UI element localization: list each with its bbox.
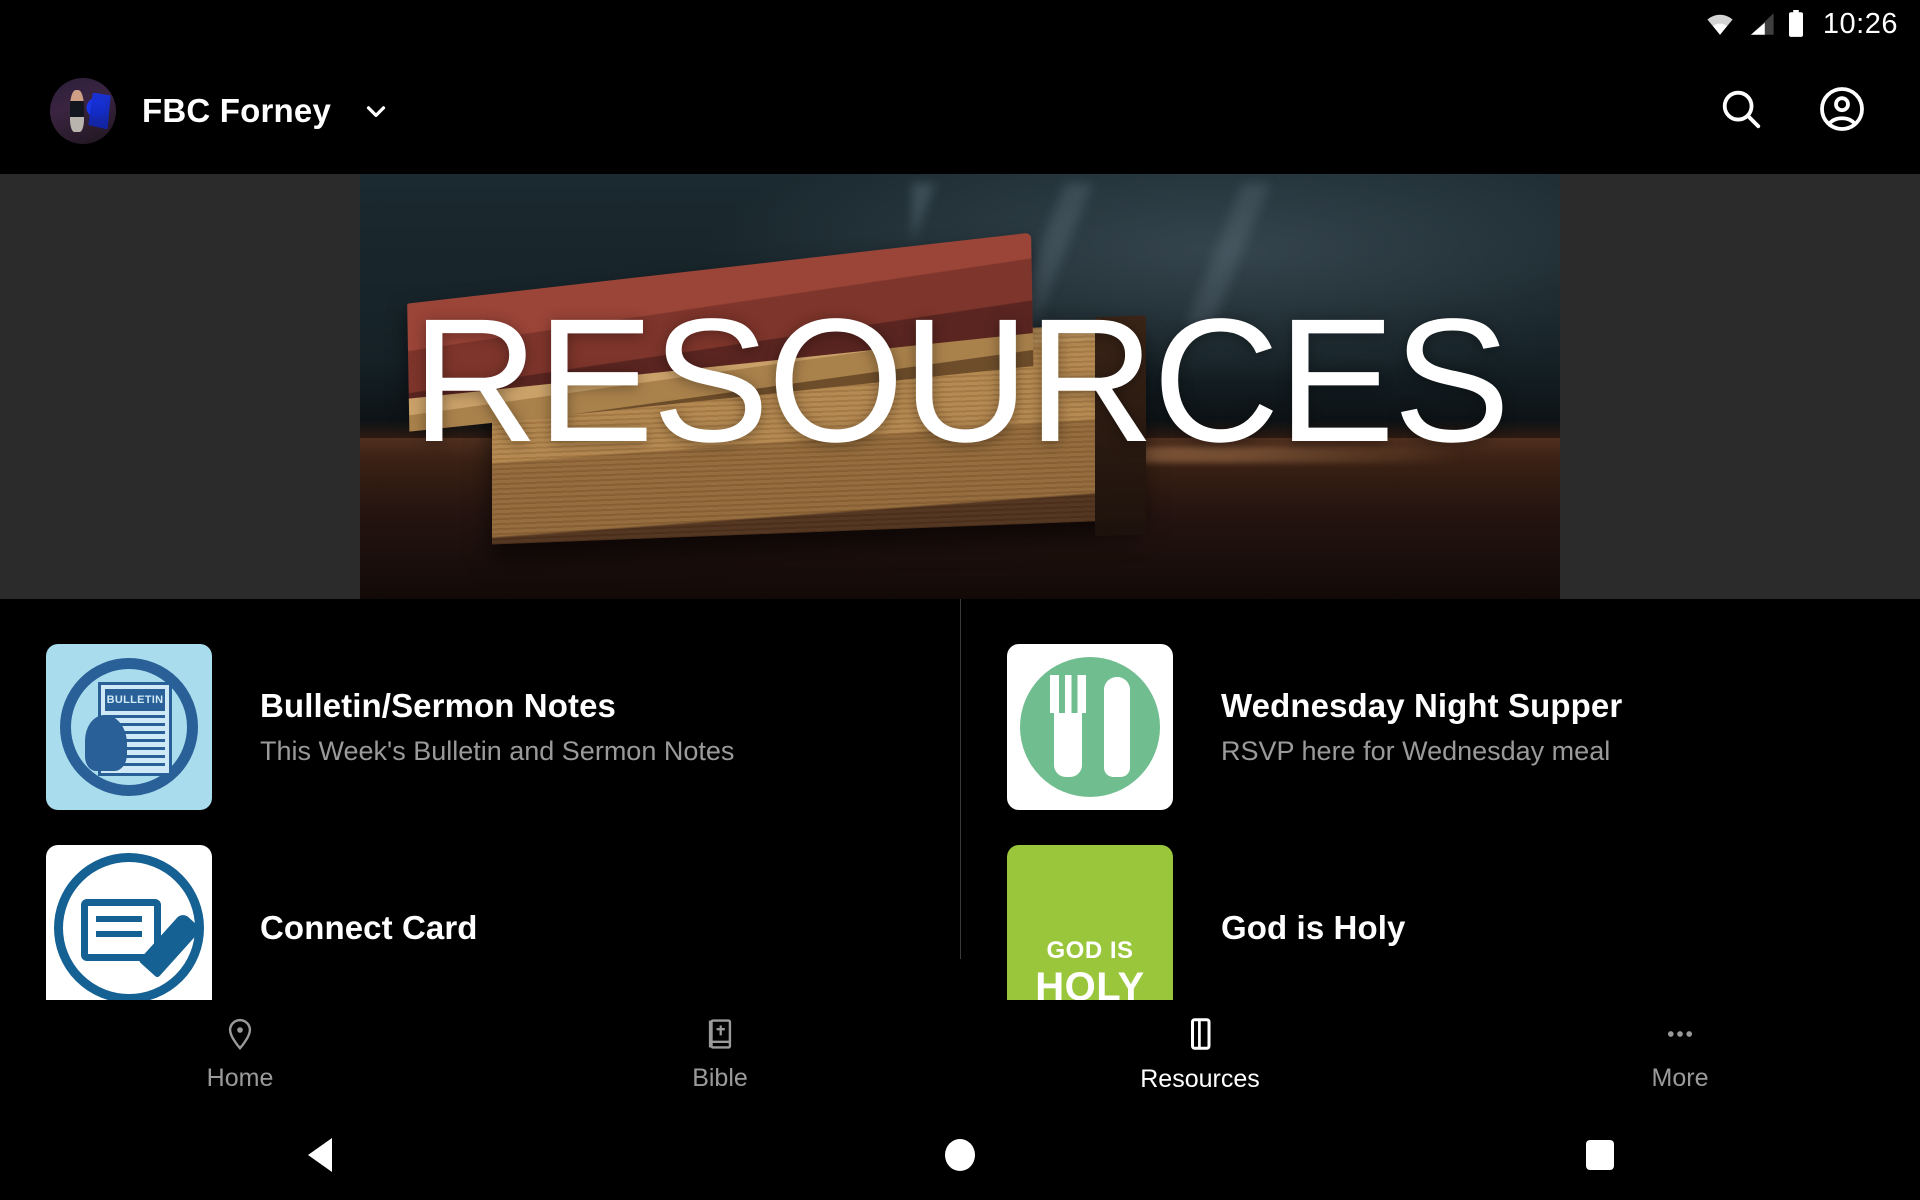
location-pin-icon <box>223 1017 257 1056</box>
tab-home[interactable]: Home <box>0 1017 480 1093</box>
tab-resources-label: Resources <box>1140 1065 1260 1093</box>
back-triangle-icon[interactable] <box>260 1138 380 1172</box>
search-icon[interactable] <box>1718 86 1764 137</box>
resource-title: Connect Card <box>260 909 478 946</box>
resource-item-wednesday-supper[interactable]: Wednesday Night Supper RSVP here for Wed… <box>961 599 1920 855</box>
chevron-down-icon[interactable] <box>361 96 391 126</box>
bulletin-newspaper-icon: BULLETIN <box>46 644 212 810</box>
more-dots-icon <box>1662 1017 1698 1056</box>
app-screen: 10:26 FBC Forney RESOURCES BULLETIN Bull… <box>0 0 1920 1200</box>
app-bar: FBC Forney <box>0 48 1920 174</box>
resources-book-icon <box>1182 1016 1218 1057</box>
tab-home-label: Home <box>206 1064 274 1092</box>
wifi-icon <box>1705 12 1735 36</box>
resource-title: Wednesday Night Supper <box>1221 687 1623 724</box>
resource-subtitle: RSVP here for Wednesday meal <box>1221 736 1611 766</box>
resource-grid: BULLETIN Bulletin/Sermon Notes This Week… <box>0 599 1920 1011</box>
recents-square-icon[interactable] <box>1540 1140 1660 1170</box>
church-selector[interactable]: FBC Forney <box>50 78 391 144</box>
resource-text: Bulletin/Sermon Notes This Week's Bullet… <box>260 687 734 767</box>
tab-resources[interactable]: Resources <box>960 1016 1440 1094</box>
resource-title: Bulletin/Sermon Notes <box>260 687 616 724</box>
tab-bible[interactable]: Bible <box>480 1017 960 1093</box>
resource-text: Wednesday Night Supper RSVP here for Wed… <box>1221 687 1622 767</box>
resource-text: Connect Card <box>260 909 478 947</box>
church-name: FBC Forney <box>142 92 332 129</box>
resource-item-god-is-holy[interactable]: GOD IS HOLY God is Holy <box>961 845 1920 1011</box>
avatar <box>50 78 116 144</box>
resource-item-bulletin[interactable]: BULLETIN Bulletin/Sermon Notes This Week… <box>0 599 960 855</box>
resource-item-connect-card[interactable]: Connect Card <box>0 845 960 1011</box>
hero-image: RESOURCES <box>360 174 1560 599</box>
bulletin-masthead: BULLETIN <box>105 689 165 711</box>
resource-title: God is Holy <box>1221 909 1406 946</box>
hero-banner[interactable]: RESOURCES <box>0 174 1920 599</box>
tab-more-label: More <box>1651 1064 1709 1092</box>
god-is-holy-graphic: GOD IS HOLY <box>1007 845 1173 1011</box>
cell-signal-icon <box>1747 12 1775 36</box>
android-nav-bar <box>0 1110 1920 1200</box>
hero-title: RESOURCES <box>411 282 1511 479</box>
account-circle-icon[interactable] <box>1818 85 1866 138</box>
status-bar-clock: 10:26 <box>1822 7 1898 40</box>
app-bar-actions <box>1718 85 1866 138</box>
bottom-tab-bar: Home Bible Resources More <box>0 1000 1920 1110</box>
tab-bible-label: Bible <box>692 1064 748 1092</box>
bible-book-icon <box>703 1017 737 1056</box>
fork-and-knife-icon <box>1007 644 1173 810</box>
home-circle-icon[interactable] <box>900 1139 1020 1171</box>
resource-text: God is Holy <box>1221 909 1405 947</box>
resource-subtitle: This Week's Bulletin and Sermon Notes <box>260 736 735 766</box>
battery-icon <box>1787 10 1805 38</box>
holy-line-1: GOD IS <box>1046 937 1134 964</box>
card-and-pen-icon <box>46 845 212 1011</box>
status-bar: 10:26 <box>0 0 1920 48</box>
tab-more[interactable]: More <box>1440 1017 1920 1093</box>
